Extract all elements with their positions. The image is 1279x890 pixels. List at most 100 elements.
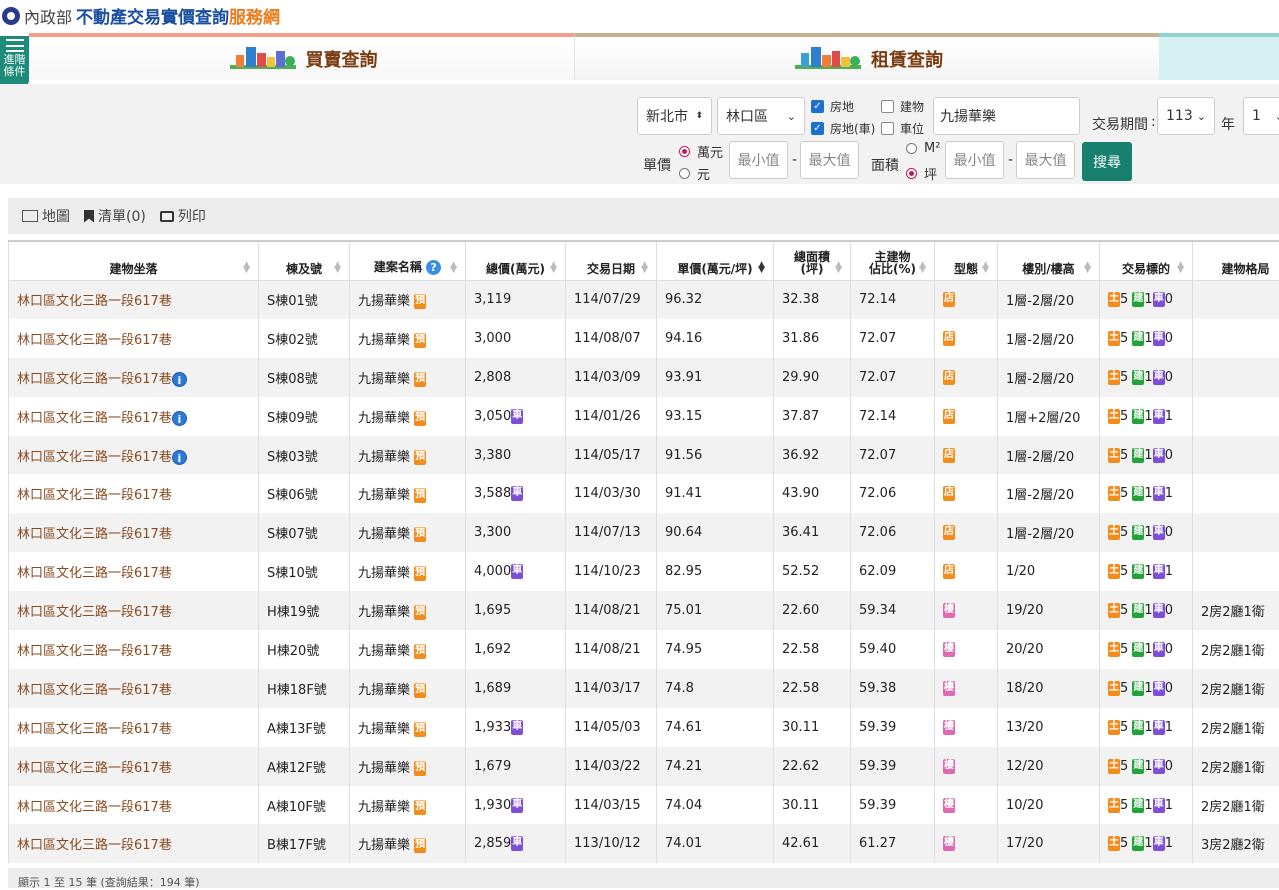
cell-type: 樓 [935,669,998,708]
col-header-date[interactable]: 交易日期▲▼ [566,241,657,280]
cell-date: 114/07/13 [566,513,657,552]
table-row[interactable]: 林口區文化三路一段617巷S棟06號九揚華樂 預3,588車114/03/309… [9,474,1279,513]
table-row[interactable]: 林口區文化三路一段617巷H棟19號九揚華樂 預1,695114/08/2175… [9,591,1279,630]
tab-rent-label: 租賃查詢 [871,46,943,72]
cell-address[interactable]: 林口區文化三路一段617巷 [9,474,259,513]
cell-address[interactable]: 林口區文化三路一段617巷i [9,436,259,475]
presale-badge: 預 [414,838,426,853]
checkbox-parking[interactable]: 車位 [881,120,924,137]
list-button[interactable]: 清單(0) [84,206,146,226]
table-row[interactable]: 林口區文化三路一段617巷H棟18F號九揚華樂 預1,689114/03/177… [9,669,1279,708]
cell-area: 43.90 [774,474,851,513]
info-icon[interactable]: i [172,450,187,465]
cell-unit-price: 91.56 [657,436,774,475]
table-header-row: 建物坐落▲▼ 棟及號▲▼ 建案名稱 ?▲▼ 總價(萬元)▲▼ 交易日期▲▼ 單價… [9,241,1279,280]
area-max-input[interactable]: 最大值 [1016,141,1075,179]
col-header-target[interactable]: 交易標的▲▼ [1100,241,1193,280]
checkbox-building[interactable]: 建物 [881,98,924,115]
col-header-price[interactable]: 總價(萬元)▲▼ [466,241,566,280]
cell-main-ratio: 59.40 [851,630,935,669]
advanced-filter-button[interactable]: 進階 條件 [0,36,29,85]
table-row[interactable]: 林口區文化三路一段617巷A棟10F號九揚華樂 預1,930車114/03/15… [9,786,1279,825]
cell-address[interactable]: 林口區文化三路一段617巷 [9,552,259,591]
table-row[interactable]: 林口區文化三路一段617巷iS棟09號九揚華樂 預3,050車114/01/26… [9,397,1279,436]
checkbox-house-land[interactable]: ✓ 房地 [811,98,854,115]
cell-address[interactable]: 林口區文化三路一段617巷 [9,513,259,552]
cell-main-ratio: 72.14 [851,397,935,436]
table-row[interactable]: 林口區文化三路一段617巷iS棟08號九揚華樂 預2,808114/03/099… [9,358,1279,397]
cell-address[interactable]: 林口區文化三路一段617巷 [9,319,259,358]
col-header-address[interactable]: 建物坐落▲▼ [9,241,259,280]
presale-badge: 預 [414,566,426,581]
table-row[interactable]: 林口區文化三路一段617巷S棟01號九揚華樂 預3,119114/07/2996… [9,280,1279,319]
cell-address[interactable]: 林口區文化三路一段617巷 [9,824,259,863]
print-button[interactable]: 列印 [160,206,206,226]
cell-address[interactable]: 林口區文化三路一段617巷 [9,630,259,669]
col-header-project[interactable]: 建案名稱 ?▲▼ [350,241,466,280]
help-icon[interactable]: ? [426,260,441,275]
presale-badge: 預 [414,683,426,698]
month-select[interactable]: 1 ⌄ [1243,97,1279,135]
tab-extra[interactable] [1159,33,1279,80]
table-row[interactable]: 林口區文化三路一段617巷S棟10號九揚華樂 預4,000車114/10/238… [9,552,1279,591]
cell-address[interactable]: 林口區文化三路一段617巷 [9,708,259,747]
cell-address[interactable]: 林口區文化三路一段617巷i [9,397,259,436]
radio-area-ping[interactable]: 坪 [906,164,937,183]
cell-unit: S棟07號 [259,513,350,552]
table-row[interactable]: 林口區文化三路一段617巷S棟07號九揚華樂 預3,300114/07/1390… [9,513,1279,552]
cell-unit: S棟06號 [259,474,350,513]
cell-date: 114/01/26 [566,397,657,436]
cell-address[interactable]: 林口區文化三路一段617巷 [9,669,259,708]
map-button[interactable]: 地圖 [22,206,70,226]
price-max-input[interactable]: 最大值 [800,141,859,179]
keyword-input[interactable]: 九揚華樂 [933,97,1080,135]
cell-project: 九揚華樂 預 [350,397,466,436]
search-button[interactable]: 搜尋 [1082,142,1132,181]
year-select[interactable]: 113 ⌄ [1157,97,1215,135]
cell-address[interactable]: 林口區文化三路一段617巷i [9,358,259,397]
pagination-summary: 顯示 1 至 15 筆 (查詢結果：194 筆) [8,868,1279,888]
tab-buy[interactable]: 買賣查詢 [29,33,574,80]
cell-address[interactable]: 林口區文化三路一段617巷 [9,786,259,825]
radio-unit-wan[interactable]: 萬元 [679,142,723,161]
col-header-main-ratio[interactable]: 主建物佔比(%)▲▼ [851,241,935,280]
checkbox-house-land-car[interactable]: ✓ 房地(車) [811,120,875,137]
area-min-input[interactable]: 最小值 [945,141,1004,179]
site-logo[interactable]: 內政部 不動產交易實價查詢 服務網 [2,3,280,28]
district-select[interactable]: 林口區 ⌄ [717,97,805,135]
cell-price: 1,695 [466,591,566,630]
info-icon[interactable]: i [172,372,187,387]
cell-address[interactable]: 林口區文化三路一段617巷 [9,591,259,630]
col-header-area[interactable]: 總面積(坪)▲▼ [774,241,851,280]
cell-address[interactable]: 林口區文化三路一段617巷 [9,280,259,319]
building-badge: 建 [1132,836,1144,851]
table-row[interactable]: 林口區文化三路一段617巷A棟12F號九揚華樂 預1,679114/03/227… [9,747,1279,786]
cell-type: 店 [935,552,998,591]
cell-main-ratio: 72.07 [851,436,935,475]
tab-rent[interactable]: 租賃查詢 [574,33,1159,80]
col-header-unit[interactable]: 棟及號▲▼ [259,241,350,280]
cell-unit: H棟19號 [259,591,350,630]
price-min-input[interactable]: 最小值 [729,141,788,179]
table-row[interactable]: 林口區文化三路一段617巷B棟17F號九揚華樂 預2,859車113/10/12… [9,824,1279,863]
col-header-layout[interactable]: 建物格局▲▼ [1193,241,1279,280]
table-row[interactable]: 林口區文化三路一段617巷A棟13F號九揚華樂 預1,933車114/05/03… [9,708,1279,747]
cell-area: 36.92 [774,436,851,475]
cell-address[interactable]: 林口區文化三路一段617巷 [9,747,259,786]
period-label: 交易期間 [1092,114,1148,134]
radio-area-m2[interactable]: M² [906,141,940,156]
checkbox-empty-icon [881,122,894,135]
city-select[interactable]: 新北市 ⬍ [637,97,712,135]
radio-unit-yuan[interactable]: 元 [679,164,710,183]
table-row[interactable]: 林口區文化三路一段617巷H棟20號九揚華樂 預1,692114/08/2174… [9,630,1279,669]
cell-type: 店 [935,436,998,475]
col-header-floor[interactable]: 樓別/樓高▲▼ [998,241,1100,280]
sort-icon: ▲▼ [1177,263,1184,273]
table-row[interactable]: 林口區文化三路一段617巷iS棟03號九揚華樂 預3,380114/05/179… [9,436,1279,475]
cell-type: 樓 [935,786,998,825]
parking-badge: 車 [1153,525,1165,540]
col-header-unit-price[interactable]: 單價(萬元/坪)▲▼ [657,241,774,280]
info-icon[interactable]: i [172,411,187,426]
col-header-type[interactable]: 型態▲▼ [935,241,998,280]
table-row[interactable]: 林口區文化三路一段617巷S棟02號九揚華樂 預3,000114/08/0794… [9,319,1279,358]
